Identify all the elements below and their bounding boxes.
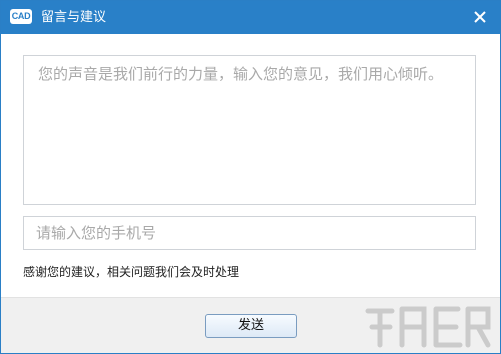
phone-placeholder: 请输入您的手机号 [36, 224, 157, 242]
close-button[interactable] [471, 8, 489, 26]
feedback-textarea[interactable]: 您的声音是我们前行的力量，输入您的意见，我们用心倾听。 [23, 55, 476, 205]
send-button[interactable]: 发送 [205, 314, 297, 338]
window-title: 留言与建议 [41, 10, 107, 25]
close-icon [474, 11, 486, 23]
dialog-footer: 发送 [1, 297, 500, 353]
app-logo: CAD [10, 9, 32, 24]
dialog-content: 您的声音是我们前行的力量，输入您的意见，我们用心倾听。 请输入您的手机号 感谢您… [1, 34, 500, 297]
feedback-dialog: CAD 留言与建议 您的声音是我们前行的力量，输入您的意见，我们用心倾听。 请输… [0, 0, 501, 354]
phone-input[interactable]: 请输入您的手机号 [23, 216, 476, 250]
notice-text: 感谢您的建议，相关问题我们会及时处理 [23, 265, 240, 279]
feedback-placeholder: 您的声音是我们前行的力量，输入您的意见，我们用心倾听。 [38, 65, 444, 83]
watermark-logo [365, 306, 491, 348]
title-bar[interactable]: CAD 留言与建议 [1, 1, 500, 34]
